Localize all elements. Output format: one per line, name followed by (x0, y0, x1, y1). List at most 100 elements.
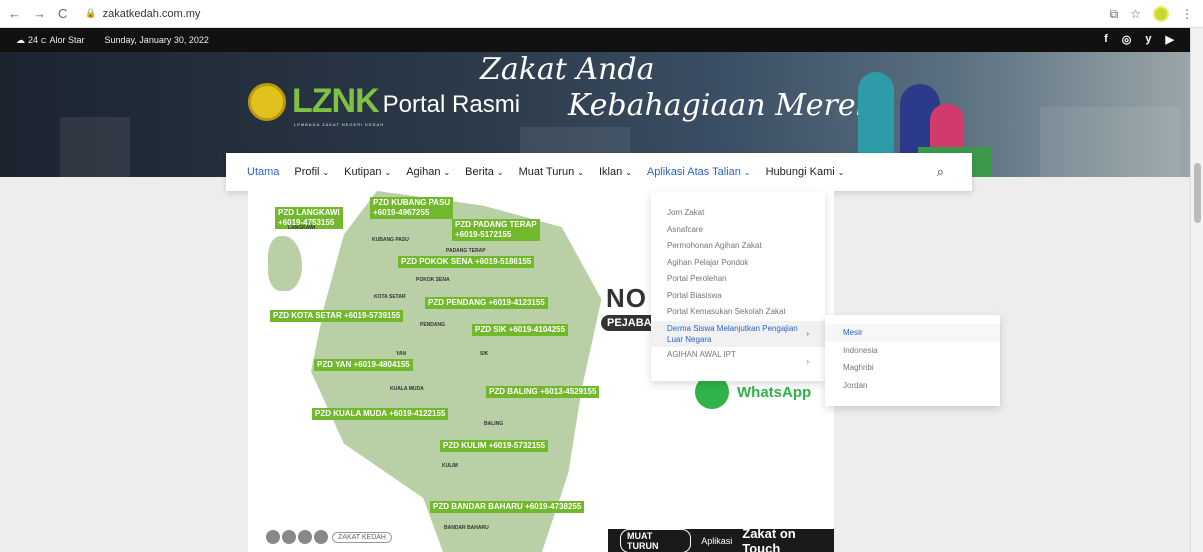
submenu-item-mesir[interactable]: Mesir (825, 324, 1000, 342)
forward-icon[interactable]: → (33, 6, 46, 21)
menu-profil[interactable]: Profil ⌄ (294, 166, 329, 178)
town-label: KULIM (442, 463, 458, 469)
town-label: BANDAR BAHARU (444, 525, 489, 531)
kedah-map (311, 191, 602, 552)
url-text: zakatkedah.com.my (102, 7, 201, 20)
youtube-icon[interactable]: ▶ (1166, 33, 1174, 46)
dropdown-item-permohonan-agihan[interactable]: Permohonan Agihan Zakat (651, 238, 825, 255)
page-scrollbar[interactable] (1190, 28, 1203, 552)
town-label: PENDANG (420, 322, 446, 328)
site-topbar: ☁ 24 C Alor Star Sunday, January 30, 202… (0, 28, 1190, 52)
browser-nav: ← → C (0, 6, 67, 21)
town-label: LANGKAWI (288, 225, 316, 231)
facebook-icon (266, 530, 280, 544)
share-icon[interactable]: ⧉ (1110, 7, 1119, 22)
pejabat-badge: PEJABA (601, 315, 658, 331)
instagram-icon[interactable]: ◎ (1122, 33, 1132, 46)
aplikasi-text: Aplikasi (701, 535, 733, 546)
derma-siswa-submenu: Mesir Indonesia Maghribi Jordan (825, 315, 1000, 406)
poster-label-kulim: PZD KULIM +6019-5732155 (440, 440, 549, 452)
logo-subtitle: LEMBAGA ZAKAT NEGERI KEDAH (294, 122, 385, 127)
browser-toolbar: ← → C 🔒 zakatkedah.com.my ⧉ ☆ ⋮ (0, 0, 1203, 28)
dropdown-item-asnafcare[interactable]: Asnafcare (651, 222, 825, 239)
chevron-down-icon: ⌄ (443, 168, 451, 177)
poster-label-padang-terap: PZD PADANG TERAP +6019-5172155 (452, 219, 540, 241)
poster-label-pokok-sena: PZD POKOK SENA +6019-5186155 (398, 256, 535, 268)
menu-kutipan[interactable]: Kutipan ⌄ (344, 166, 391, 178)
twitter-icon[interactable]: y (1145, 33, 1151, 46)
poster-label-bandar-baharu: PZD BANDAR BAHARU +6019-4738255 (430, 501, 585, 513)
town-label: KOTA SETAR (374, 294, 406, 300)
menu-muat-turun[interactable]: Muat Turun ⌄ (519, 166, 584, 178)
star-icon[interactable]: ☆ (1130, 7, 1141, 21)
scrollbar-thumb[interactable] (1194, 163, 1201, 223)
youtube-icon (314, 530, 328, 544)
main-menu: Utama Profil ⌄ Kutipan ⌄ Agihan ⌄ Berita ⌄ M… (226, 153, 972, 191)
menu-iklan[interactable]: Iklan ⌄ (599, 166, 632, 178)
poster-label-kuala-muda: PZD KUALA MUDA +6019-4122155 (312, 408, 449, 420)
search-icon[interactable]: ⌕ (937, 164, 944, 180)
dropdown-item-portal-perolehan[interactable]: Portal Perolehan (651, 271, 825, 288)
app-download-strip: MUAT TURUN Aplikasi Zakat on Touch (608, 525, 834, 552)
poster-social: ZAKAT KEDAH (266, 530, 392, 544)
dropdown-item-portal-biasiswa[interactable]: Portal Biasiswa (651, 288, 825, 305)
zakat-on-touch-text: Zakat on Touch (742, 525, 796, 552)
extension-icon[interactable] (1153, 6, 1169, 22)
muat-turun-badge: MUAT TURUN (620, 528, 692, 552)
menu-hubungi-kami[interactable]: Hubungi Kami ⌄ (766, 166, 845, 178)
reload-icon[interactable]: C (58, 6, 67, 21)
whatsapp-text: WhatsApp (737, 383, 812, 401)
menu-agihan[interactable]: Agihan ⌄ (406, 166, 450, 178)
twitter-icon (298, 530, 312, 544)
submenu-item-indonesia[interactable]: Indonesia (825, 342, 1000, 360)
tagline-line-1: Zakat Anda (480, 52, 655, 87)
poster-label-kota-setar: PZD KOTA SETAR +6019-5739155 (270, 310, 404, 322)
town-label: BALING (484, 421, 504, 427)
chevron-down-icon: ⌄ (496, 168, 504, 177)
back-icon[interactable]: ← (8, 6, 21, 21)
topbar-social: f ◎ y ▶ (1104, 33, 1174, 46)
logo-lznk: LZNK (292, 82, 380, 120)
menu-utama[interactable]: Utama (247, 166, 279, 178)
chevron-down-icon: ⌄ (577, 168, 584, 177)
weather-widget: ☁ 24 C Alor Star (16, 35, 84, 46)
submenu-item-jordan[interactable]: Jordan (825, 377, 1000, 395)
chevron-right-icon: › (806, 328, 809, 338)
weather-unit: C (41, 35, 47, 45)
chevron-down-icon: ⌄ (625, 168, 632, 177)
menu-aplikasi-atas-talian[interactable]: Aplikasi Atas Talian ⌄ (647, 166, 751, 178)
weather-temp: 24 (28, 35, 39, 45)
dropdown-item-jom-zakat[interactable]: Jom Zakat (651, 205, 825, 222)
cloud-icon: ☁ (16, 34, 25, 45)
town-label: PADANG TERAP (446, 248, 486, 254)
town-label: KUBANG PASU (372, 237, 409, 243)
dropdown-item-agihan-awal-ipt[interactable]: AGIHAN AWAL IPT › (651, 347, 825, 366)
town-label: SIK (480, 351, 489, 357)
banner-building (1040, 107, 1180, 177)
poster-label-kubang-pasu: PZD KUBANG PASU +6019-4967255 (370, 197, 454, 219)
dropdown-item-portal-kemasukan[interactable]: Portal Kemasukan Sekolah Zakat (651, 304, 825, 321)
town-label: POKOK SENA (416, 277, 450, 283)
current-date: Sunday, January 30, 2022 (104, 35, 209, 45)
instagram-icon (282, 530, 296, 544)
chevron-down-icon: ⌄ (743, 168, 751, 177)
poster-label-baling: PZD BALING +6013-4529155 (486, 386, 600, 398)
chevron-down-icon: ⌄ (837, 168, 845, 177)
address-bar[interactable]: 🔒 zakatkedah.com.my (85, 8, 200, 20)
chevron-down-icon: ⌄ (322, 168, 330, 177)
browser-actions: ⧉ ☆ ⋮ (1110, 6, 1193, 22)
kedah-seal-icon (248, 82, 286, 121)
chevron-down-icon: ⌄ (384, 168, 392, 177)
submenu-item-maghribi[interactable]: Maghribi (825, 359, 1000, 377)
dropdown-item-agihan-pelajar-pondok[interactable]: Agihan Pelajar Pondok (651, 255, 825, 272)
notice-heading: NO (606, 283, 647, 313)
dropdown-item-derma-siswa[interactable]: Derma Siswa Melanjutkan Pengajian Luar N… (651, 320, 825, 347)
aplikasi-dropdown: Jom Zakat Asnafcare Permohonan Agihan Za… (651, 191, 825, 381)
menu-berita[interactable]: Berita ⌄ (465, 166, 503, 178)
langkawi-island (268, 236, 302, 291)
facebook-icon[interactable]: f (1104, 33, 1108, 46)
menu-icon[interactable]: ⋮ (1181, 7, 1193, 21)
chevron-right-icon: › (806, 356, 809, 366)
town-label: YAN (396, 351, 407, 357)
banner-building (60, 117, 130, 177)
